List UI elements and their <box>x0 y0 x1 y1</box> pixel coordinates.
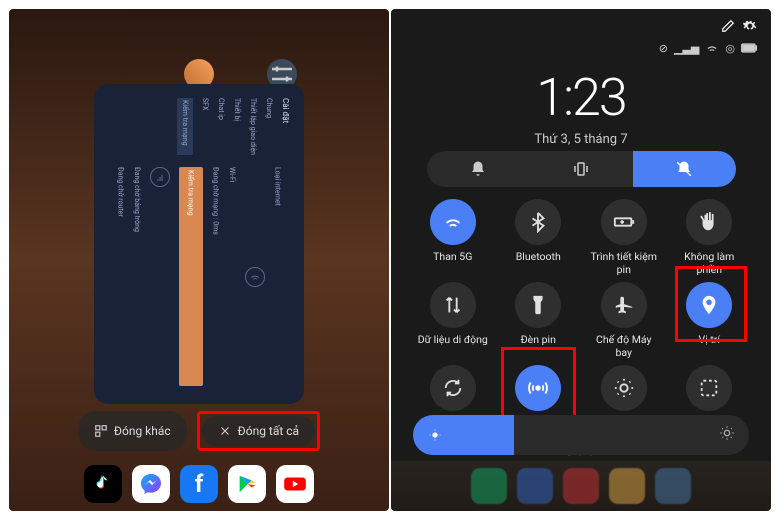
clock-date: Thứ 3, 5 tháng 7 <box>391 132 771 147</box>
messenger-app-icon[interactable] <box>132 465 170 503</box>
check-network-button[interactable]: Kiểm tra mạng <box>179 167 203 386</box>
phone-screenshot-2: ⊘ ▁▃▅ ◎ 1:23 Thứ 3, 5 tháng 7 Than 5G Bl… <box>391 9 771 511</box>
bluetooth-tile[interactable]: Bluetooth <box>499 199 579 276</box>
bell-icon <box>469 160 487 178</box>
label-wifi: Wi-Fi <box>228 167 236 386</box>
play-store-app-icon[interactable] <box>228 465 266 503</box>
data-arrows-icon <box>442 294 464 316</box>
sound-mode-selector[interactable] <box>391 151 771 187</box>
bell-off-icon <box>675 160 693 178</box>
phone-screenshot-1: Cài đặt Chung Thiết lập giao diện Thiết … <box>9 9 389 511</box>
youtube-app-icon[interactable] <box>276 465 314 503</box>
edit-icon[interactable] <box>721 19 735 33</box>
mobile-data-tile[interactable]: Dữ liệu di động <box>413 282 493 359</box>
settings-icon[interactable] <box>743 19 757 33</box>
vibrate-icon <box>572 160 590 178</box>
close-icon <box>218 424 232 438</box>
dnd-tile[interactable]: Không làm phiền <box>670 199 750 276</box>
label-delay3: Đang chờ router <box>116 167 124 386</box>
airplane-tile[interactable]: Chế độ Máy bay <box>584 282 664 359</box>
menu-item: SFX <box>201 98 209 155</box>
dock: f <box>9 465 389 503</box>
recent-app-title: Cài đặt <box>281 98 290 155</box>
tile-label: Dữ liệu di động <box>418 334 488 347</box>
label-internet: Loại internet <box>274 167 282 386</box>
close-all-label: Đóng tất cả <box>238 424 299 438</box>
silent-mode-button[interactable] <box>633 151 736 187</box>
battery-icon <box>741 43 757 53</box>
menu-item: Chung <box>265 98 273 155</box>
other-button-label: Đóng khác <box>114 424 171 438</box>
battery-saver-tile[interactable]: Trình tiết kiệm pin <box>584 199 664 276</box>
highlight-close-all: Đóng tất cả <box>197 411 320 451</box>
wifi-icon <box>245 267 265 287</box>
tile-label: Bluetooth <box>516 251 561 264</box>
menu-item-network: Kiểm tra mạng <box>177 98 193 155</box>
battery-saver-icon <box>613 211 635 233</box>
screenshot-icon <box>698 377 720 399</box>
status-bar <box>721 19 757 33</box>
hotspot-status-icon: ◎ <box>725 42 735 55</box>
wifi-status-icon <box>705 41 719 55</box>
tile-label: Trình tiết kiệm pin <box>588 251 660 276</box>
status-icons: ⊘ ▁▃▅ ◎ <box>659 41 757 55</box>
sun-low-icon <box>427 427 443 443</box>
sun-high-icon <box>719 425 735 441</box>
menu-item: Chat ip <box>217 98 225 155</box>
vibrate-mode-button[interactable] <box>530 151 633 187</box>
bluetooth-icon <box>527 211 549 233</box>
rotate-icon <box>442 377 464 399</box>
wifi-tile[interactable]: Than 5G <box>413 199 493 276</box>
background-dock-blur <box>391 461 771 511</box>
tiktok-app-icon[interactable] <box>84 465 122 503</box>
ring-mode-button[interactable] <box>427 151 530 187</box>
tile-label: Than 5G <box>433 251 472 264</box>
menu-item: Thiết lập giao diện <box>249 98 257 155</box>
menu-item: Thiết bị <box>233 98 241 155</box>
tile-label: Đèn pin <box>521 334 556 347</box>
signal-icon <box>150 167 170 187</box>
label-delay: Đang chờ mạng : 0ms <box>211 167 219 386</box>
facebook-app-icon[interactable]: f <box>180 465 218 503</box>
hand-icon <box>698 211 720 233</box>
brightness-slider[interactable] <box>413 415 749 455</box>
signal-bars-icon: ▁▃▅ <box>674 42 699 55</box>
tile-label: Chế độ Máy bay <box>588 334 660 359</box>
highlight-location <box>675 266 747 342</box>
label-delay2: Đang chờ bảng trông <box>133 167 141 386</box>
airplane-icon <box>613 294 635 316</box>
flashlight-icon <box>527 294 549 316</box>
clock-time: 1:23 <box>391 67 771 128</box>
brightness-icon <box>613 377 635 399</box>
other-button[interactable]: Đóng khác <box>78 411 187 451</box>
wifi-icon <box>442 211 464 233</box>
no-signal-icon: ⊘ <box>659 42 668 55</box>
grid-icon <box>94 424 108 438</box>
recent-app-card[interactable]: Cài đặt Chung Thiết lập giao diện Thiết … <box>94 84 304 404</box>
close-all-button[interactable]: Đóng tất cả <box>202 416 315 446</box>
